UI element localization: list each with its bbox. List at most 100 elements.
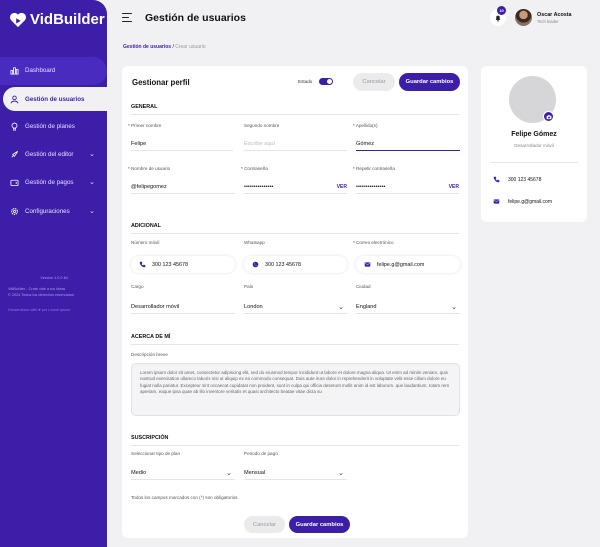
description-label: Descripción breve: [131, 352, 168, 357]
username-field[interactable]: @felipegomez: [131, 181, 235, 194]
divider: [131, 344, 459, 345]
sidebar-item-users[interactable]: Gestión de usuarios: [3, 87, 107, 111]
divider: [131, 114, 459, 115]
breadcrumb-separator: /: [172, 44, 174, 50]
section-general: GENERAL: [131, 104, 158, 110]
chevron-down-icon: ⌄: [89, 151, 95, 158]
chevron-down-icon: ⌄: [226, 470, 232, 477]
divider: [490, 162, 578, 163]
change-photo-button[interactable]: [543, 111, 554, 122]
profile-role: Desarrollador móvil: [514, 143, 554, 148]
show-password-button[interactable]: VER: [337, 184, 347, 190]
email-label: * Correo electrónico: [353, 240, 394, 245]
save-button-top[interactable]: Guardar cambios: [399, 73, 460, 91]
city-label: Ciudad: [356, 284, 371, 289]
divider: [131, 233, 459, 234]
sidebar-item-editor[interactable]: Gestión del editor ⌄: [10, 146, 107, 162]
repeat-password-label: * Repetir contraseña: [353, 166, 395, 171]
chevron-down-icon: ⌄: [451, 304, 457, 311]
user-role: Tech leader: [537, 19, 559, 24]
camera-icon: [546, 114, 551, 119]
sidebar-item-label: Dashboard: [25, 66, 56, 74]
section-additional: ADICIONAL: [131, 223, 161, 229]
country-select[interactable]: London ⌄: [244, 301, 347, 314]
chart-icon: [10, 66, 19, 75]
footer-copyright: © 2024 Todos los derechos reservados: [8, 293, 74, 297]
email-field[interactable]: felipe.g@gmail.com: [356, 256, 460, 273]
plan-label: Seleccionar tipo de plan: [131, 451, 181, 456]
wallet-icon: [10, 178, 19, 187]
form-title: Gestionar perfil: [132, 78, 190, 87]
cancel-button-top[interactable]: Cancelar: [353, 73, 395, 91]
notification-count-badge: 10: [497, 6, 506, 15]
whatsapp-label: Whatsapp: [244, 240, 265, 245]
chevron-down-icon: ⌄: [89, 208, 95, 215]
sidebar-item-plans[interactable]: Gestión de planes: [10, 118, 107, 134]
phone-icon: [139, 261, 146, 268]
profile-form-card: Gestionar perfil Estado Cancelar Guardar…: [122, 66, 468, 538]
cancel-button[interactable]: Cancelar: [244, 516, 285, 533]
sidebar-item-label: Gestión de pagos: [25, 178, 74, 186]
mail-icon: [364, 262, 371, 267]
page-title: Gestión de usuarios: [145, 12, 246, 24]
brand-logo[interactable]: VidBuilder: [9, 11, 105, 28]
first-name-field[interactable]: Felipe: [131, 138, 233, 151]
city-select[interactable]: England ⌄: [356, 301, 460, 314]
whatsapp-field[interactable]: 300 123 45678: [244, 256, 347, 273]
footer-tagline: VidBuilder - Crate vide a tus ideas: [8, 287, 66, 291]
password-label: * Contraseña: [241, 166, 268, 171]
profile-summary-card: Felipe Gómez Desarrollador móvil 300 123…: [481, 66, 587, 222]
phone-icon: [493, 176, 500, 183]
sidebar-item-settings[interactable]: Configuraciones ⌄: [10, 203, 107, 219]
sidebar-item-label: Gestión de usuarios: [25, 95, 85, 103]
divider: [131, 445, 459, 446]
brand-name: VidBuilder: [30, 11, 105, 28]
menu-icon[interactable]: [122, 13, 132, 23]
mail-icon: [493, 199, 500, 204]
second-name-label: Segundo nombre: [244, 123, 280, 128]
breadcrumb-current: Crear usuario: [175, 44, 206, 50]
rocket-icon: [10, 150, 19, 159]
chevron-down-icon: ⌄: [338, 470, 344, 477]
period-label: Periodo de pago: [244, 451, 278, 456]
description-textarea[interactable]: Lorem ipsum dolor sit amet, consectetur …: [131, 363, 460, 416]
period-select[interactable]: Mensual ⌄: [244, 467, 347, 480]
save-button[interactable]: Guardar cambios: [289, 516, 350, 533]
sidebar-item-payments[interactable]: Gestión de pagos ⌄: [10, 174, 107, 190]
last-name-field[interactable]: Gómez: [356, 138, 460, 151]
section-subscription: SUSCRIPCIÓN: [131, 435, 169, 441]
user-avatar[interactable]: [515, 9, 532, 26]
position-field[interactable]: Desarrollador móvil: [131, 301, 235, 314]
section-about: ACERCA DE MÍ: [131, 334, 171, 340]
logo-icon: [10, 12, 26, 27]
mobile-field[interactable]: 300 123 45678: [131, 256, 235, 273]
mobile-label: Número móvil: [131, 240, 160, 245]
sidebar-item-dashboard[interactable]: Dashboard: [10, 62, 107, 78]
second-name-field[interactable]: Escribe aquí: [244, 138, 347, 151]
status-label: Estado: [298, 79, 313, 84]
breadcrumb-parent[interactable]: Gestión de usuarios: [123, 44, 171, 50]
breadcrumb: Gestión de usuarios / Crear usuario: [123, 44, 206, 50]
profile-name: Felipe Gómez: [511, 131, 557, 138]
user-icon: [10, 95, 19, 104]
profile-email: felipe.g@gmail.com: [493, 198, 552, 205]
repeat-password-field[interactable]: ••••••••••••••• VER: [356, 181, 459, 194]
bulb-icon: [10, 122, 19, 131]
sidebar: VidBuilder Dashboard Gestión de usuarios…: [0, 0, 107, 547]
sidebar-item-label: Gestión del editor: [25, 150, 74, 158]
status-toggle[interactable]: [319, 78, 333, 85]
topbar: Gestión de usuarios 10 Oscar Acosta Tech…: [107, 0, 600, 38]
app-version: Version 1.0.0 fid: [40, 276, 68, 280]
sidebar-item-label: Configuraciones: [25, 207, 70, 215]
position-label: Cargo: [131, 284, 144, 289]
plan-select[interactable]: Medio ⌄: [131, 467, 235, 480]
show-repeat-password-button[interactable]: VER: [449, 184, 459, 190]
required-note: Todos los campos marcados con (*) son ob…: [131, 495, 239, 500]
whatsapp-icon: [252, 261, 259, 268]
country-label: País: [244, 284, 254, 289]
user-name: Oscar Acosta: [537, 12, 572, 18]
last-name-label: * Apellido(s): [353, 123, 378, 128]
gear-icon: [10, 207, 19, 216]
password-field[interactable]: ••••••••••••••• VER: [244, 181, 347, 194]
username-label: * Nombre de usuario: [128, 166, 171, 171]
